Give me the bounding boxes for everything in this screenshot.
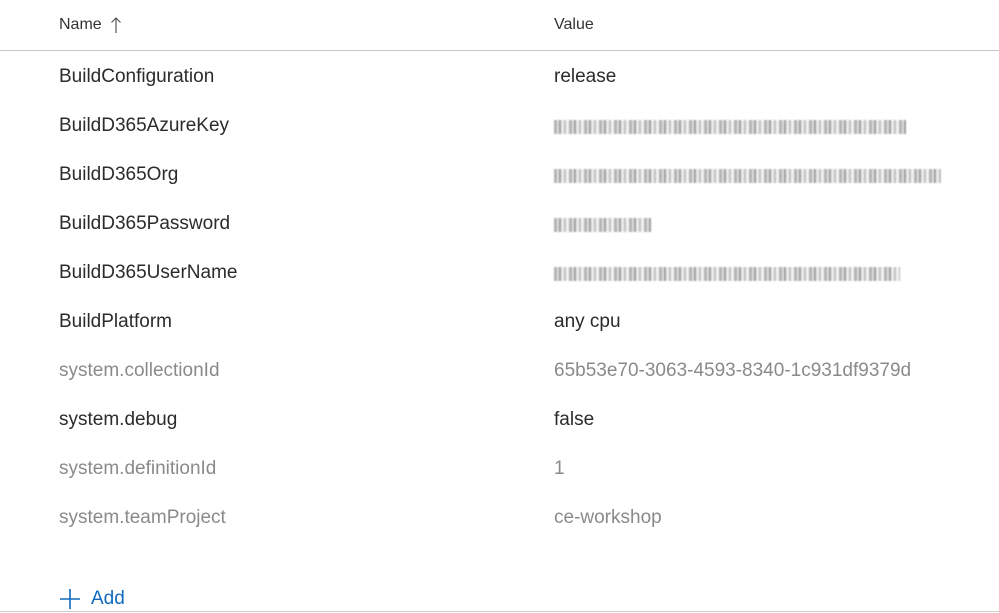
variable-value: false xyxy=(554,409,595,430)
variables-table-body: BuildConfiguration release BuildD365AzureK… xyxy=(0,53,999,543)
masked-value xyxy=(554,120,906,134)
masked-value xyxy=(554,218,651,232)
table-row[interactable]: BuildD365Org xyxy=(0,151,999,200)
column-header-value-label: Value xyxy=(554,16,594,33)
arrow-up-icon xyxy=(110,17,121,33)
masked-value xyxy=(554,169,941,183)
variable-value-masked xyxy=(554,163,941,190)
variables-page: Name Value BuildConfiguration release Buil… xyxy=(0,0,999,613)
table-row[interactable]: system.collectionId 65b53e70-3063-4593-83… xyxy=(0,347,999,396)
variable-name: BuildD365Password xyxy=(59,213,231,234)
variable-name: system.teamProject xyxy=(59,507,226,528)
add-variable-label: Add xyxy=(91,588,125,609)
table-row[interactable]: BuildD365UserName xyxy=(0,249,999,298)
variable-value-masked xyxy=(554,114,906,141)
table-row[interactable]: BuildD365AzureKey xyxy=(0,102,999,151)
variable-name: BuildD365Org xyxy=(59,164,179,185)
table-row[interactable]: BuildPlatform any cpu xyxy=(0,298,999,347)
variable-name: BuildD365AzureKey xyxy=(59,115,230,136)
variable-name: BuildD365UserName xyxy=(59,262,238,283)
table-row[interactable]: system.teamProject ce-workshop xyxy=(0,494,999,543)
table-row[interactable]: system.debug false xyxy=(0,396,999,445)
plus-icon xyxy=(60,589,80,609)
bottom-divider xyxy=(0,611,999,612)
table-row[interactable]: BuildD365Password xyxy=(0,200,999,249)
variable-name: system.definitionId xyxy=(59,458,217,479)
variable-name: BuildConfiguration xyxy=(59,66,215,87)
column-header-name[interactable]: Name xyxy=(59,16,122,34)
variable-name: BuildPlatform xyxy=(59,311,172,332)
variable-name: system.debug xyxy=(59,409,178,430)
variable-value-masked xyxy=(554,261,900,288)
variable-value: 65b53e70-3063-4593-8340-1c931df9379d xyxy=(554,360,912,381)
table-row[interactable]: system.definitionId 1 xyxy=(0,445,999,494)
masked-value xyxy=(554,267,900,281)
table-row[interactable]: BuildConfiguration release xyxy=(0,53,999,102)
add-variable-button[interactable]: Add xyxy=(59,588,125,610)
variable-value: release xyxy=(554,66,617,87)
variable-value: ce-workshop xyxy=(554,507,662,528)
column-header-name-label: Name xyxy=(59,16,102,33)
variable-name: system.collectionId xyxy=(59,360,220,381)
variable-value: 1 xyxy=(554,458,565,479)
variable-value: any cpu xyxy=(554,311,621,332)
table-header: Name Value xyxy=(0,0,999,51)
column-header-value[interactable]: Value xyxy=(554,16,594,34)
variable-value-masked xyxy=(554,212,651,239)
